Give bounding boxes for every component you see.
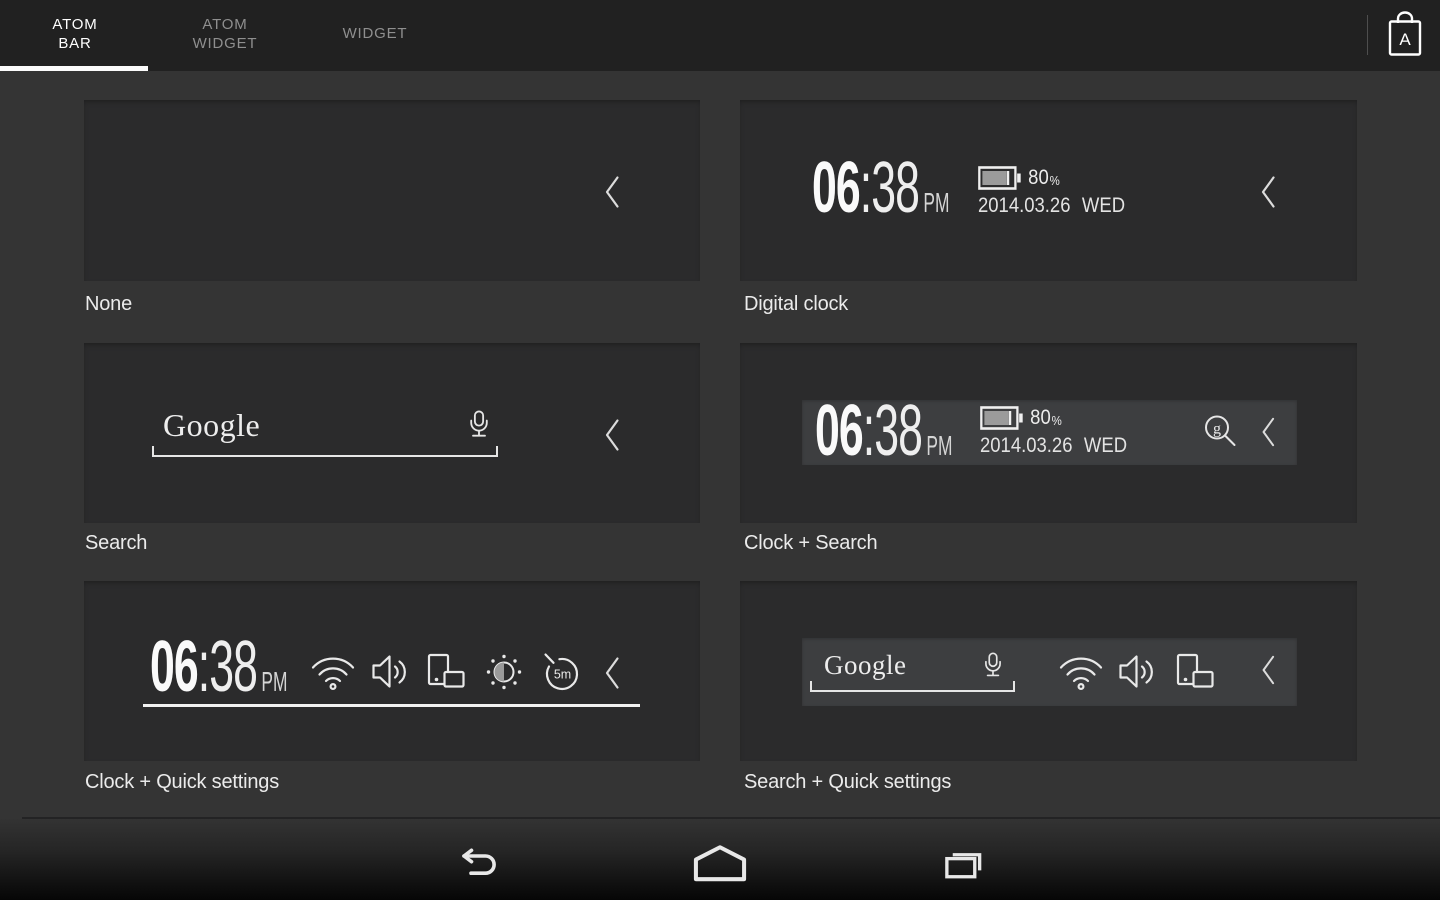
digital-clock: 06:38 PM [815, 395, 952, 467]
nav-back-button[interactable] [455, 848, 501, 881]
google-search-widget: Google [152, 407, 498, 457]
clock-minutes: :38 [859, 148, 920, 228]
tab-widget[interactable]: WIDGET [300, 0, 450, 67]
volume-icon [371, 651, 411, 692]
google-search-widget: Google [810, 649, 1015, 692]
tab-label: WIDGET [342, 25, 408, 42]
google-logo: Google [163, 407, 261, 443]
preview-bar: 06:38 PM 80 % 2014.03.26 WED [802, 395, 1297, 467]
card-label-search-quick-settings: Search + Quick settings [744, 771, 952, 793]
clock-hours: 06 [815, 391, 864, 471]
digital-clock: 06:38 PM [150, 631, 287, 703]
chevron-left-icon [1259, 654, 1279, 686]
bar-option-clock-quick-settings[interactable]: 06:38 PM [84, 581, 700, 761]
status-weekday: WED [1083, 434, 1128, 457]
battery-percent: 80 [1028, 166, 1049, 189]
clock-hours: 06 [150, 627, 199, 707]
atom-store-button[interactable] [1383, 10, 1427, 62]
chevron-left-icon [1259, 416, 1279, 448]
card-label-clock-search: Clock + Search [744, 532, 878, 554]
bar-option-search[interactable]: Google [84, 343, 700, 523]
clock-minutes: :38 [862, 391, 923, 471]
battery-date-status: 80 % 2014.03.26 WED [978, 166, 1125, 218]
tab-label: ATOM WIDGET [192, 15, 258, 52]
battery-percent: 80 [1030, 406, 1051, 429]
battery-icon [978, 166, 1022, 190]
chevron-left-icon [602, 175, 624, 209]
clock-hours: 06 [812, 148, 861, 228]
digital-clock: 06:38 PM [812, 152, 949, 224]
battery-date-status: 80 % 2014.03.26 WED [980, 406, 1127, 458]
android-navigation-bar [0, 819, 1440, 900]
percent-sign: % [1051, 413, 1062, 428]
google-search-icon [1202, 414, 1239, 451]
back-arrow-icon [455, 848, 501, 881]
nav-recents-button[interactable] [941, 848, 986, 882]
status-date: 2014.03.26 [980, 434, 1073, 457]
status-weekday: WED [1081, 194, 1126, 217]
clock-minutes: :38 [197, 627, 258, 707]
bar-underline [143, 704, 640, 707]
preview-bar: Google [802, 638, 1297, 706]
bar-option-digital-clock[interactable]: 06:38 PM 80 % 2014.03.26 WED [740, 100, 1357, 281]
active-tab-underline [0, 66, 148, 71]
microphone-icon [983, 651, 1003, 684]
screen-rotation-icon [427, 653, 467, 691]
bar-option-none[interactable] [84, 100, 700, 281]
battery-icon [980, 406, 1024, 430]
clock-meridiem: PM [923, 187, 950, 218]
volume-icon [1118, 651, 1158, 692]
percent-sign: % [1049, 173, 1060, 188]
nav-home-button[interactable] [692, 844, 748, 883]
shopping-bag-icon [1384, 10, 1426, 60]
tab-atom-bar[interactable]: ATOM BAR [0, 0, 150, 67]
chevron-left-icon [602, 418, 624, 452]
chevron-left-icon [1258, 175, 1280, 209]
top-tab-bar: ATOM BAR ATOM WIDGET WIDGET [0, 0, 1440, 71]
header-divider [1367, 15, 1368, 55]
screen-timeout-icon [539, 650, 583, 694]
search-underline [152, 446, 498, 457]
search-underline [810, 681, 1015, 692]
recent-apps-icon [941, 848, 986, 882]
bar-option-search-quick-settings[interactable]: Google [740, 581, 1357, 761]
chevron-left-icon [602, 656, 624, 690]
card-label-clock-quick-settings: Clock + Quick settings [85, 771, 280, 793]
tab-label: ATOM BAR [52, 15, 98, 52]
tab-atom-widget[interactable]: ATOM WIDGET [150, 0, 300, 67]
clock-meridiem: PM [261, 666, 288, 697]
bar-option-clock-search[interactable]: 06:38 PM 80 % 2014.03.26 WED [740, 343, 1357, 523]
brightness-icon [482, 650, 526, 694]
wifi-icon [310, 653, 356, 691]
google-logo: Google [824, 650, 907, 680]
card-label-search: Search [85, 532, 148, 554]
status-date: 2014.03.26 [978, 194, 1071, 217]
clock-meridiem: PM [926, 430, 953, 461]
home-icon [692, 844, 748, 883]
atom-launcher-settings-screen: g [0, 0, 1440, 900]
screen-rotation-icon [1176, 653, 1216, 691]
microphone-icon [468, 409, 490, 445]
card-label-none: None [85, 293, 133, 315]
card-label-digital-clock: Digital clock [744, 293, 849, 315]
wifi-icon [1058, 653, 1104, 691]
